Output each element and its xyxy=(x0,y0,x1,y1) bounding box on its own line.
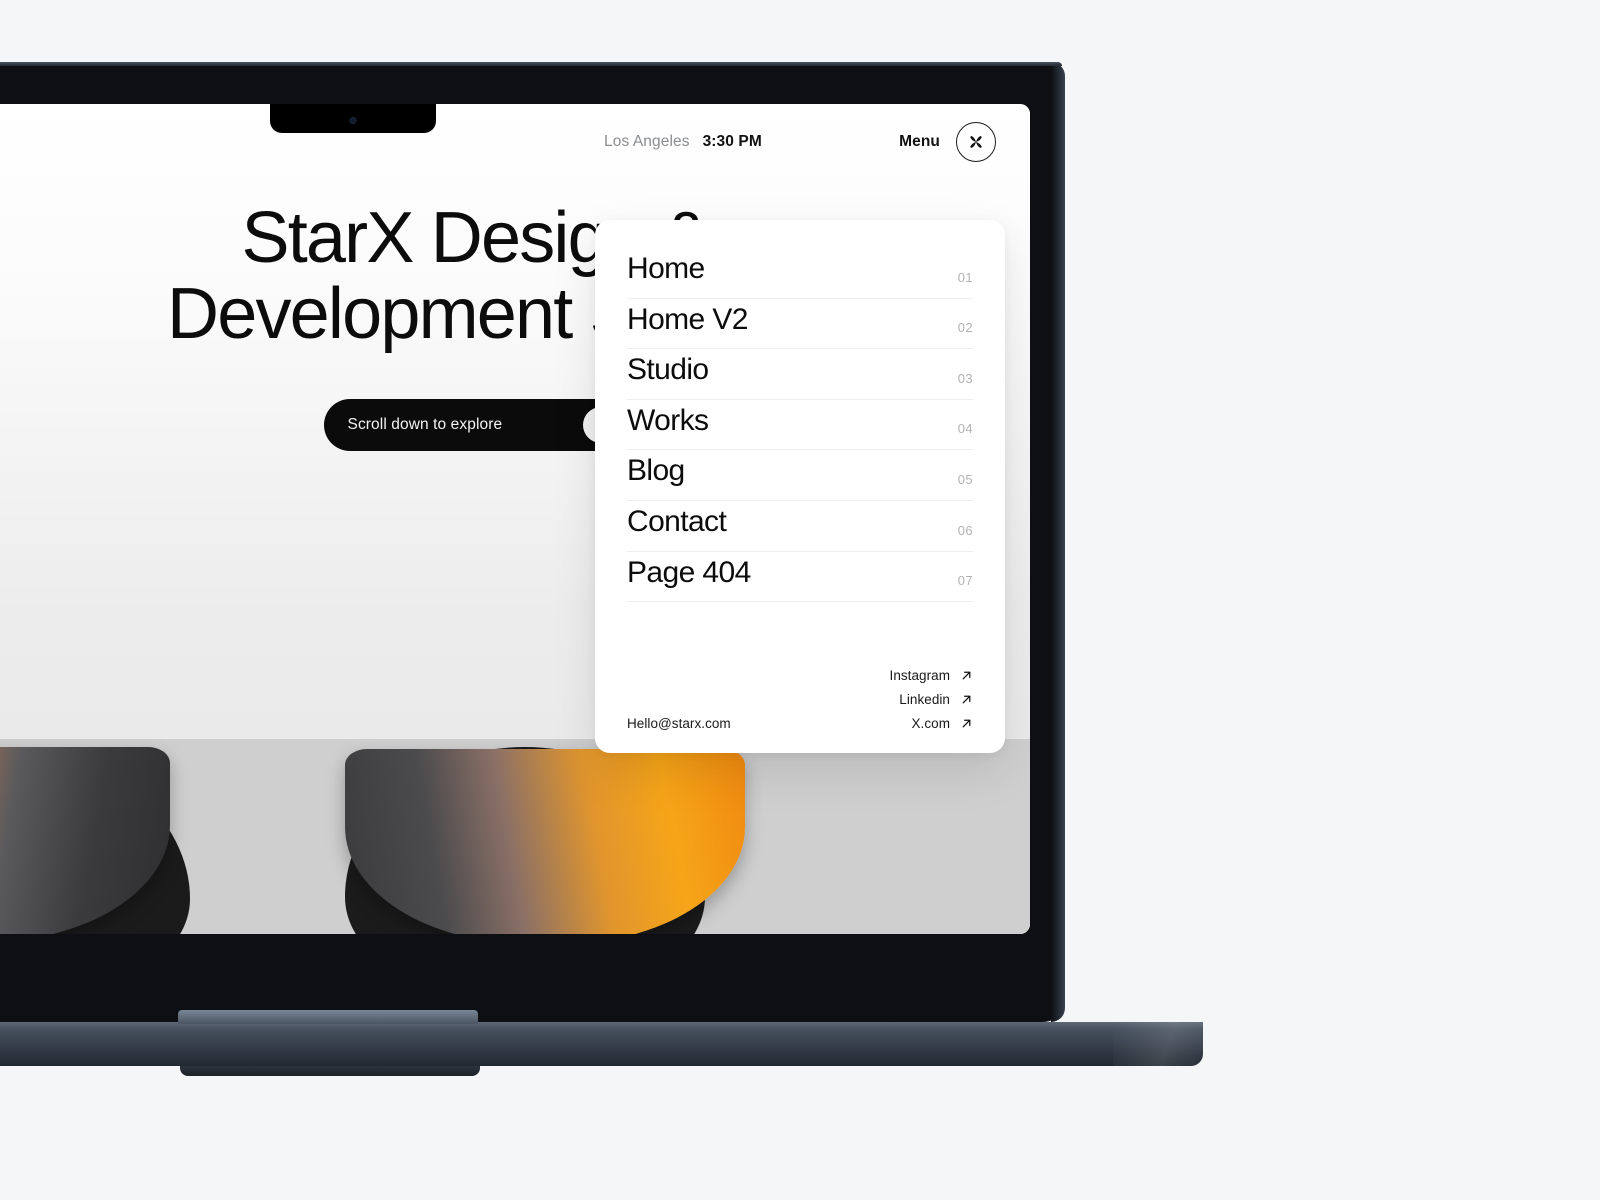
social-label: X.com xyxy=(911,716,950,731)
laptop-mockup: Los Angeles 3:30 PM Menu StarX Design De… xyxy=(0,62,1065,1022)
arrow-up-right-icon xyxy=(960,669,973,682)
location-label: Los Angeles xyxy=(604,133,690,150)
nav-item-label: Blog xyxy=(627,454,685,488)
contact-email-link[interactable]: Hello@starx.com xyxy=(627,716,731,731)
arrow-up-right-icon xyxy=(960,693,973,706)
laptop-base xyxy=(0,1010,1203,1076)
topbar-menu-area: Menu xyxy=(899,122,996,162)
scroll-down-button[interactable]: Scroll down to explore xyxy=(323,398,627,451)
hero-photo-band xyxy=(0,739,1030,934)
nav-item-number: 05 xyxy=(957,471,973,487)
navigation-list: Home 01 Home V2 02 Studio 03 Works 04 Bl… xyxy=(627,248,973,603)
nav-item-label: Works xyxy=(627,403,709,437)
topbar-location-time: Los Angeles 3:30 PM xyxy=(604,133,762,151)
navigation-menu-panel: Home 01 Home V2 02 Studio 03 Works 04 Bl… xyxy=(595,220,1005,753)
four-point-star-close-icon xyxy=(966,132,986,152)
menu-label[interactable]: Menu xyxy=(899,133,940,151)
nav-item-number: 04 xyxy=(957,421,973,437)
arrow-up-right-icon xyxy=(960,717,973,730)
website-viewport: Los Angeles 3:30 PM Menu StarX Design De… xyxy=(0,104,1030,934)
nav-item-studio[interactable]: Studio 03 xyxy=(627,349,973,400)
laptop-base-lip xyxy=(178,1010,478,1024)
social-label: Linkedin xyxy=(899,692,950,707)
nav-item-label: Page 404 xyxy=(627,555,751,589)
scroll-down-label: Scroll down to explore xyxy=(347,415,503,433)
nav-item-label: Home xyxy=(627,252,705,285)
laptop-lid: Los Angeles 3:30 PM Menu StarX Design De… xyxy=(0,62,1065,1022)
social-link-instagram[interactable]: Instagram xyxy=(890,668,973,683)
laptop-base-foot xyxy=(180,1066,480,1076)
nav-item-number: 01 xyxy=(957,269,973,285)
nav-item-contact[interactable]: Contact 06 xyxy=(627,501,973,552)
laptop-screen: Los Angeles 3:30 PM Menu StarX Design De… xyxy=(0,104,1030,934)
social-label: Instagram xyxy=(889,668,950,683)
nav-item-number: 06 xyxy=(957,522,973,538)
site-topbar: Los Angeles 3:30 PM Menu xyxy=(0,104,1030,180)
nav-item-works[interactable]: Works 04 xyxy=(627,400,973,451)
nav-item-label: Studio xyxy=(627,353,709,387)
nav-item-number: 02 xyxy=(957,320,973,336)
nav-item-page-404[interactable]: Page 404 07 xyxy=(627,552,973,603)
nav-item-label: Contact xyxy=(627,504,727,538)
photo-figure-left xyxy=(0,739,220,934)
nav-item-home-v2[interactable]: Home V2 02 xyxy=(627,299,973,350)
social-links: Instagram Linkedin X.com xyxy=(890,668,973,731)
social-link-linkedin[interactable]: Linkedin xyxy=(899,692,973,707)
menu-toggle-button[interactable] xyxy=(956,122,996,162)
nav-item-blog[interactable]: Blog 05 xyxy=(627,450,973,501)
nav-item-label: Home V2 xyxy=(627,302,748,336)
social-link-x[interactable]: X.com xyxy=(911,716,973,731)
nav-item-home[interactable]: Home 01 xyxy=(627,248,973,299)
menu-panel-footer: Hello@starx.com Instagram Linkedin X.com xyxy=(627,654,973,731)
nav-item-number: 07 xyxy=(957,573,973,589)
local-time-label: 3:30 PM xyxy=(702,133,762,150)
photo-figure-right xyxy=(335,739,775,934)
nav-item-number: 03 xyxy=(957,370,973,386)
laptop-lid-edge xyxy=(1051,62,1065,1022)
